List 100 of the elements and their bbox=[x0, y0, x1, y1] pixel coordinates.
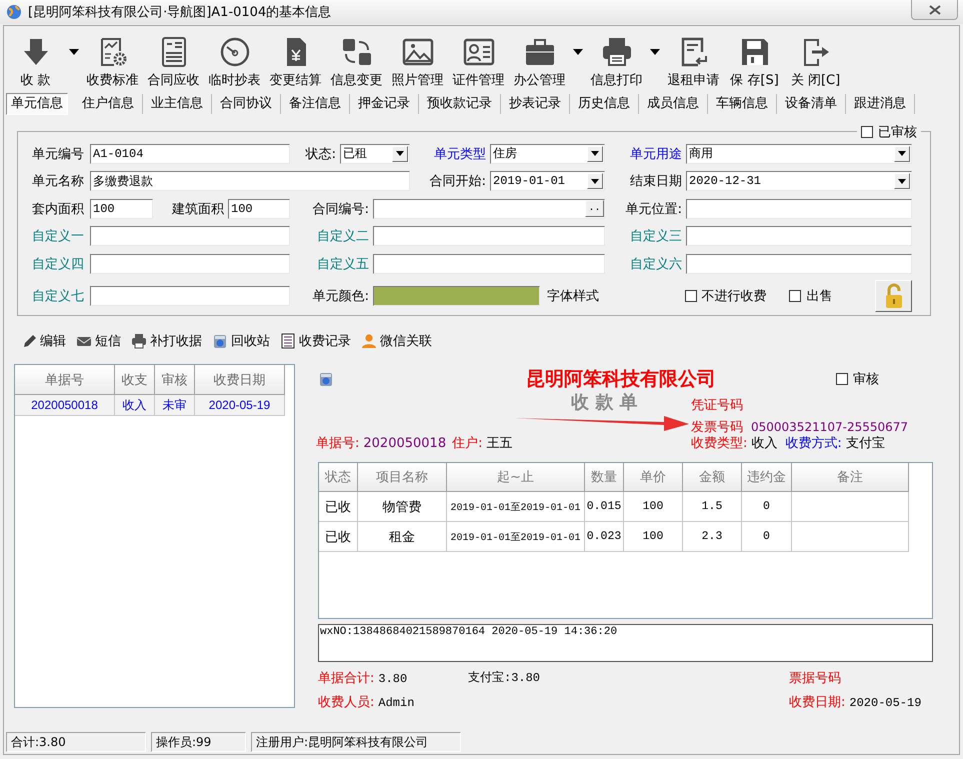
font-style-label[interactable]: 字体样式 bbox=[547, 286, 685, 304]
toolbar-button[interactable]: 办公管理 bbox=[509, 36, 570, 89]
toolbar-button[interactable]: 信息打印 bbox=[586, 36, 647, 89]
toolbar-button[interactable]: 合同应收 bbox=[143, 36, 204, 89]
text-field[interactable] bbox=[90, 254, 290, 274]
tab[interactable]: 设备清单 bbox=[777, 94, 846, 114]
color-swatch[interactable] bbox=[373, 286, 540, 306]
column-header[interactable]: 状态 bbox=[319, 463, 358, 492]
checkbox[interactable] bbox=[789, 290, 802, 302]
text-field[interactable]: A1-0104 bbox=[90, 144, 290, 164]
info-value: 王五 bbox=[486, 435, 512, 452]
caret-icon bbox=[591, 151, 599, 156]
tab[interactable]: 押金记录 bbox=[350, 94, 419, 114]
dropdown[interactable]: 2020-12-31 bbox=[686, 171, 912, 192]
tab[interactable]: 业主信息 bbox=[143, 94, 212, 114]
close-icon bbox=[928, 4, 940, 14]
toolbar-button[interactable]: 保 存[S] bbox=[724, 36, 785, 89]
toolbar-button[interactable]: 关 闭[C] bbox=[785, 36, 846, 89]
text-field[interactable]: 100 bbox=[90, 198, 153, 219]
tab[interactable]: 成员信息 bbox=[639, 94, 708, 114]
checkbox-label: 已审核 bbox=[878, 124, 917, 141]
toolbar-button[interactable]: 临时抄表 bbox=[204, 36, 265, 89]
action-button[interactable]: 收费记录 bbox=[280, 332, 351, 350]
tab[interactable]: 跟进消息 bbox=[846, 94, 915, 114]
toolbar-button[interactable]: 证件管理 bbox=[448, 36, 509, 89]
field-label: 单元用途 bbox=[629, 146, 683, 163]
globe-icon bbox=[6, 4, 22, 20]
tab[interactable]: 预收款记录 bbox=[419, 94, 501, 114]
table-cell[interactable]: 2020050018 bbox=[15, 395, 115, 416]
dropdown[interactable]: 住房 bbox=[490, 144, 605, 164]
toolbar-button[interactable]: 变更结算 bbox=[265, 36, 326, 89]
recycle-bin-icon[interactable] bbox=[318, 371, 334, 387]
info-value: 2020050018 bbox=[363, 436, 446, 451]
text-field[interactable] bbox=[686, 198, 912, 219]
lock-button[interactable] bbox=[875, 280, 912, 312]
toolbar-button[interactable]: 退租申请 bbox=[663, 36, 724, 89]
column-header[interactable]: 数量 bbox=[585, 463, 624, 492]
text-field[interactable] bbox=[373, 226, 605, 246]
column-header[interactable]: 审核 bbox=[155, 365, 195, 395]
text-field[interactable]: 多缴费退款 bbox=[90, 171, 410, 192]
company-title: 昆明阿笨科技有限公司 bbox=[525, 367, 717, 392]
info-label: 单据号: bbox=[316, 435, 360, 452]
action-button[interactable]: 回收站 bbox=[212, 332, 270, 350]
column-header[interactable]: 违约金 bbox=[742, 463, 792, 492]
tab[interactable]: 合同协议 bbox=[212, 94, 281, 114]
field-label: 自定义二 bbox=[316, 228, 370, 246]
table-cell[interactable]: 未审 bbox=[155, 395, 195, 416]
browse-button[interactable]: .. bbox=[585, 200, 604, 218]
table-cell: 100 bbox=[624, 522, 683, 552]
toolbar-button[interactable]: 收 款 bbox=[5, 36, 66, 89]
table-cell[interactable]: 2020-05-19 bbox=[195, 395, 285, 416]
toolbar-button[interactable]: 信息变更 bbox=[326, 36, 387, 89]
tab[interactable]: 抄表记录 bbox=[501, 94, 570, 114]
briefcase-icon bbox=[524, 36, 556, 68]
checkbox[interactable] bbox=[861, 126, 873, 138]
text-field[interactable] bbox=[686, 226, 912, 246]
table-cell: 2019-01-01至2019-01-01 bbox=[447, 492, 585, 522]
tab[interactable]: 车辆信息 bbox=[708, 94, 777, 114]
text-field[interactable] bbox=[686, 254, 912, 274]
action-button[interactable]: 补打收据 bbox=[131, 332, 202, 350]
column-header[interactable]: 金额 bbox=[683, 463, 742, 492]
date-label: 收费日期: bbox=[789, 694, 846, 711]
status-cell: 合计:3.80 bbox=[6, 732, 146, 752]
text-field[interactable]: 100 bbox=[228, 198, 290, 219]
ticket-number-label: 票据号码 bbox=[789, 670, 842, 687]
column-header[interactable]: 收费日期 bbox=[195, 365, 285, 395]
total-value: 3.80 bbox=[378, 672, 408, 686]
column-header[interactable]: 收支 bbox=[115, 365, 155, 395]
dropdown[interactable]: 商用 bbox=[686, 144, 912, 164]
checkbox[interactable] bbox=[684, 290, 697, 302]
checkbox[interactable] bbox=[836, 373, 848, 385]
action-button[interactable]: 短信 bbox=[76, 332, 121, 350]
dropdown[interactable]: 已租 bbox=[340, 144, 410, 164]
note-field[interactable]: wxNO:13848684021589870164 2020-05-19 14:36:20 bbox=[318, 624, 933, 662]
table-cell[interactable]: 收入 bbox=[115, 395, 155, 416]
text-field[interactable] bbox=[90, 286, 290, 306]
column-header[interactable]: 备注 bbox=[792, 463, 909, 492]
action-button[interactable]: 微信关联 bbox=[361, 332, 432, 350]
tab[interactable]: 历史信息 bbox=[570, 94, 639, 114]
printer-icon bbox=[131, 333, 147, 349]
toolbar-button[interactable]: 收费标准 bbox=[82, 36, 143, 89]
column-header[interactable]: 项目名称 bbox=[358, 463, 447, 492]
info-value: 收入 bbox=[751, 435, 778, 452]
column-header[interactable]: 单价 bbox=[624, 463, 683, 492]
column-header[interactable]: 起~止 bbox=[447, 463, 585, 492]
text-field[interactable] bbox=[90, 226, 290, 246]
caret-icon bbox=[898, 151, 906, 156]
action-button[interactable]: 编辑 bbox=[21, 332, 66, 350]
close-button[interactable] bbox=[911, 0, 958, 20]
field-label: 自定义四 bbox=[32, 256, 85, 273]
dropdown[interactable]: 2019-01-01 bbox=[490, 171, 605, 192]
tab[interactable]: 住户信息 bbox=[74, 94, 143, 114]
column-header[interactable]: 单据号 bbox=[15, 365, 115, 395]
tab[interactable]: 备注信息 bbox=[281, 94, 350, 114]
text-field[interactable]: .. bbox=[373, 198, 605, 219]
table-cell: 0 bbox=[742, 492, 792, 522]
tab[interactable]: 单元信息 bbox=[6, 93, 68, 115]
table-cell: 1.5 bbox=[683, 492, 742, 522]
text-field[interactable] bbox=[373, 254, 605, 274]
toolbar-button[interactable]: 照片管理 bbox=[387, 36, 448, 89]
